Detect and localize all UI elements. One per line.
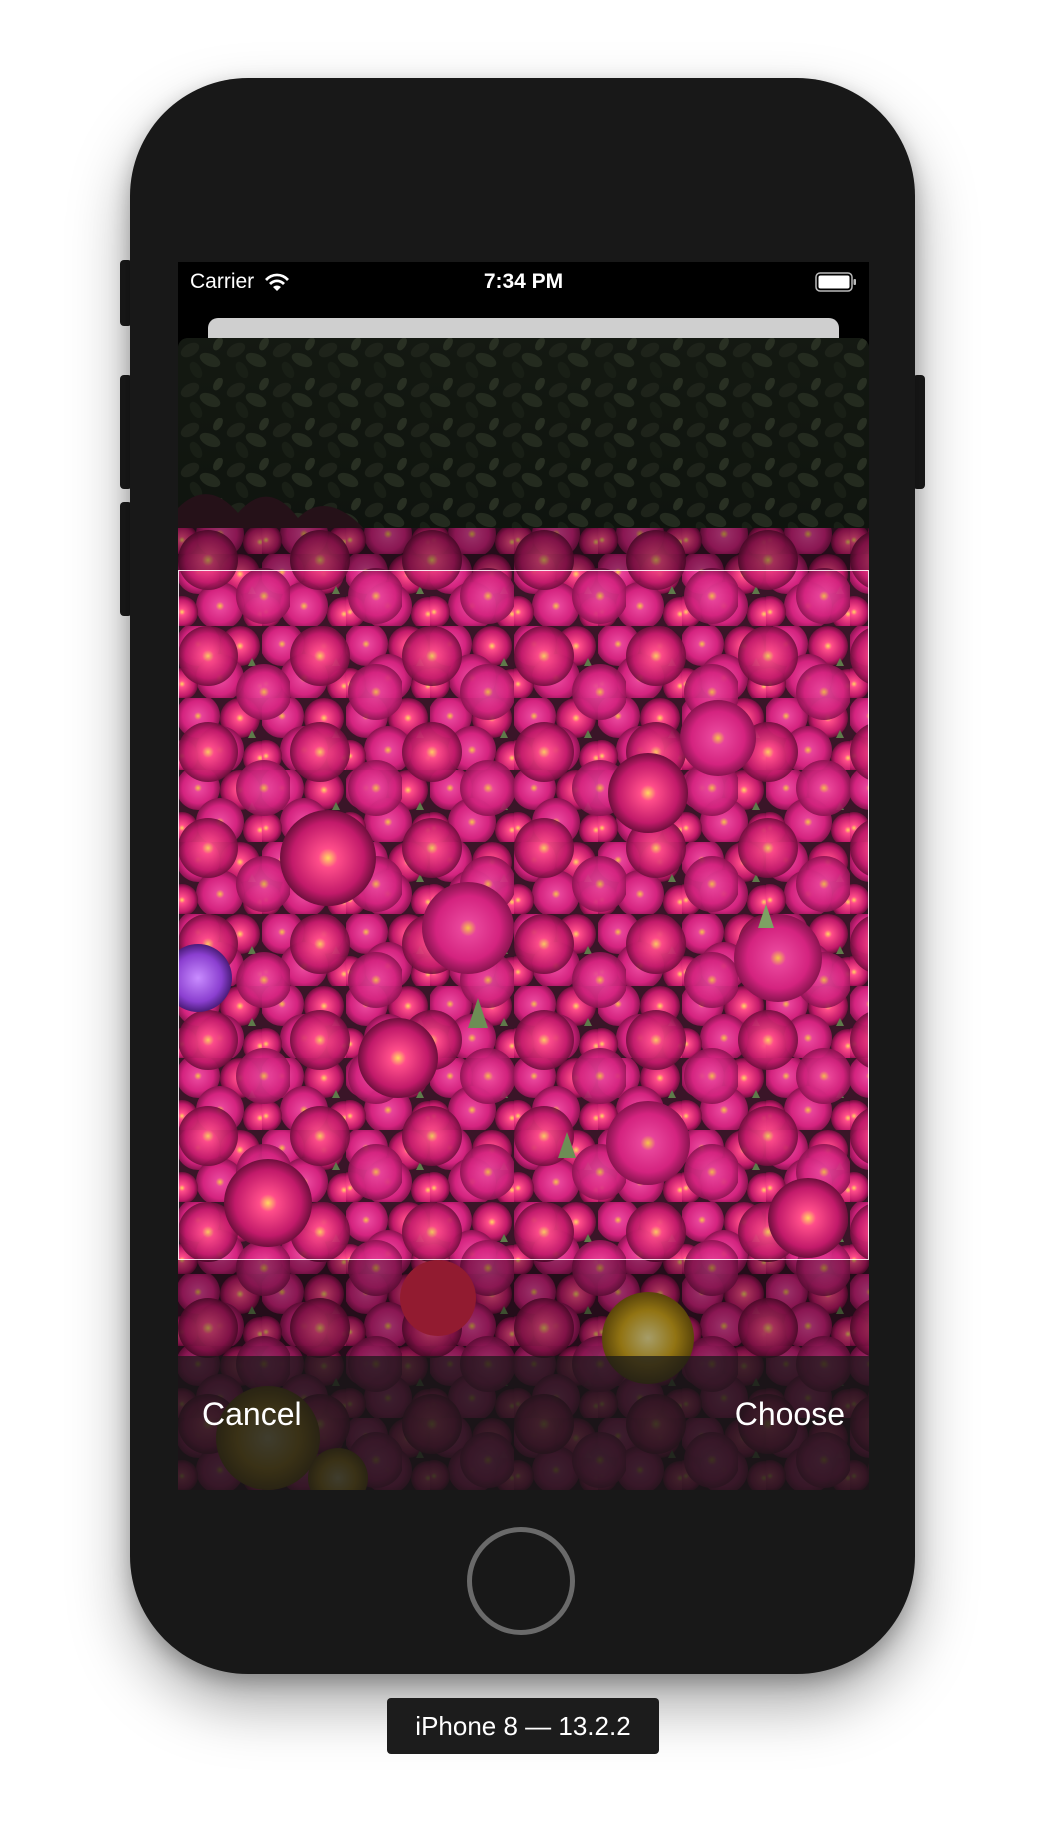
crop-mask-top [178, 338, 869, 570]
home-button[interactable] [467, 1527, 575, 1635]
simulator-stage: Carrier 7:34 PM Cancel Choose iPhone 8 —… [0, 0, 1046, 1824]
crop-frame[interactable] [178, 570, 869, 1260]
cancel-button[interactable]: Cancel [202, 1396, 302, 1433]
status-bar: Carrier 7:34 PM [178, 262, 869, 302]
device-label: iPhone 8 — 13.2.2 [387, 1698, 659, 1754]
status-time: 7:34 PM [483, 270, 564, 293]
battery-icon [815, 272, 856, 292]
photo-crop-area[interactable] [178, 338, 869, 1490]
choose-button[interactable]: Choose [735, 1396, 845, 1433]
phone-screen: Carrier 7:34 PM Cancel Choose [178, 262, 869, 1490]
crop-toolbar: Cancel Choose [178, 1356, 869, 1490]
